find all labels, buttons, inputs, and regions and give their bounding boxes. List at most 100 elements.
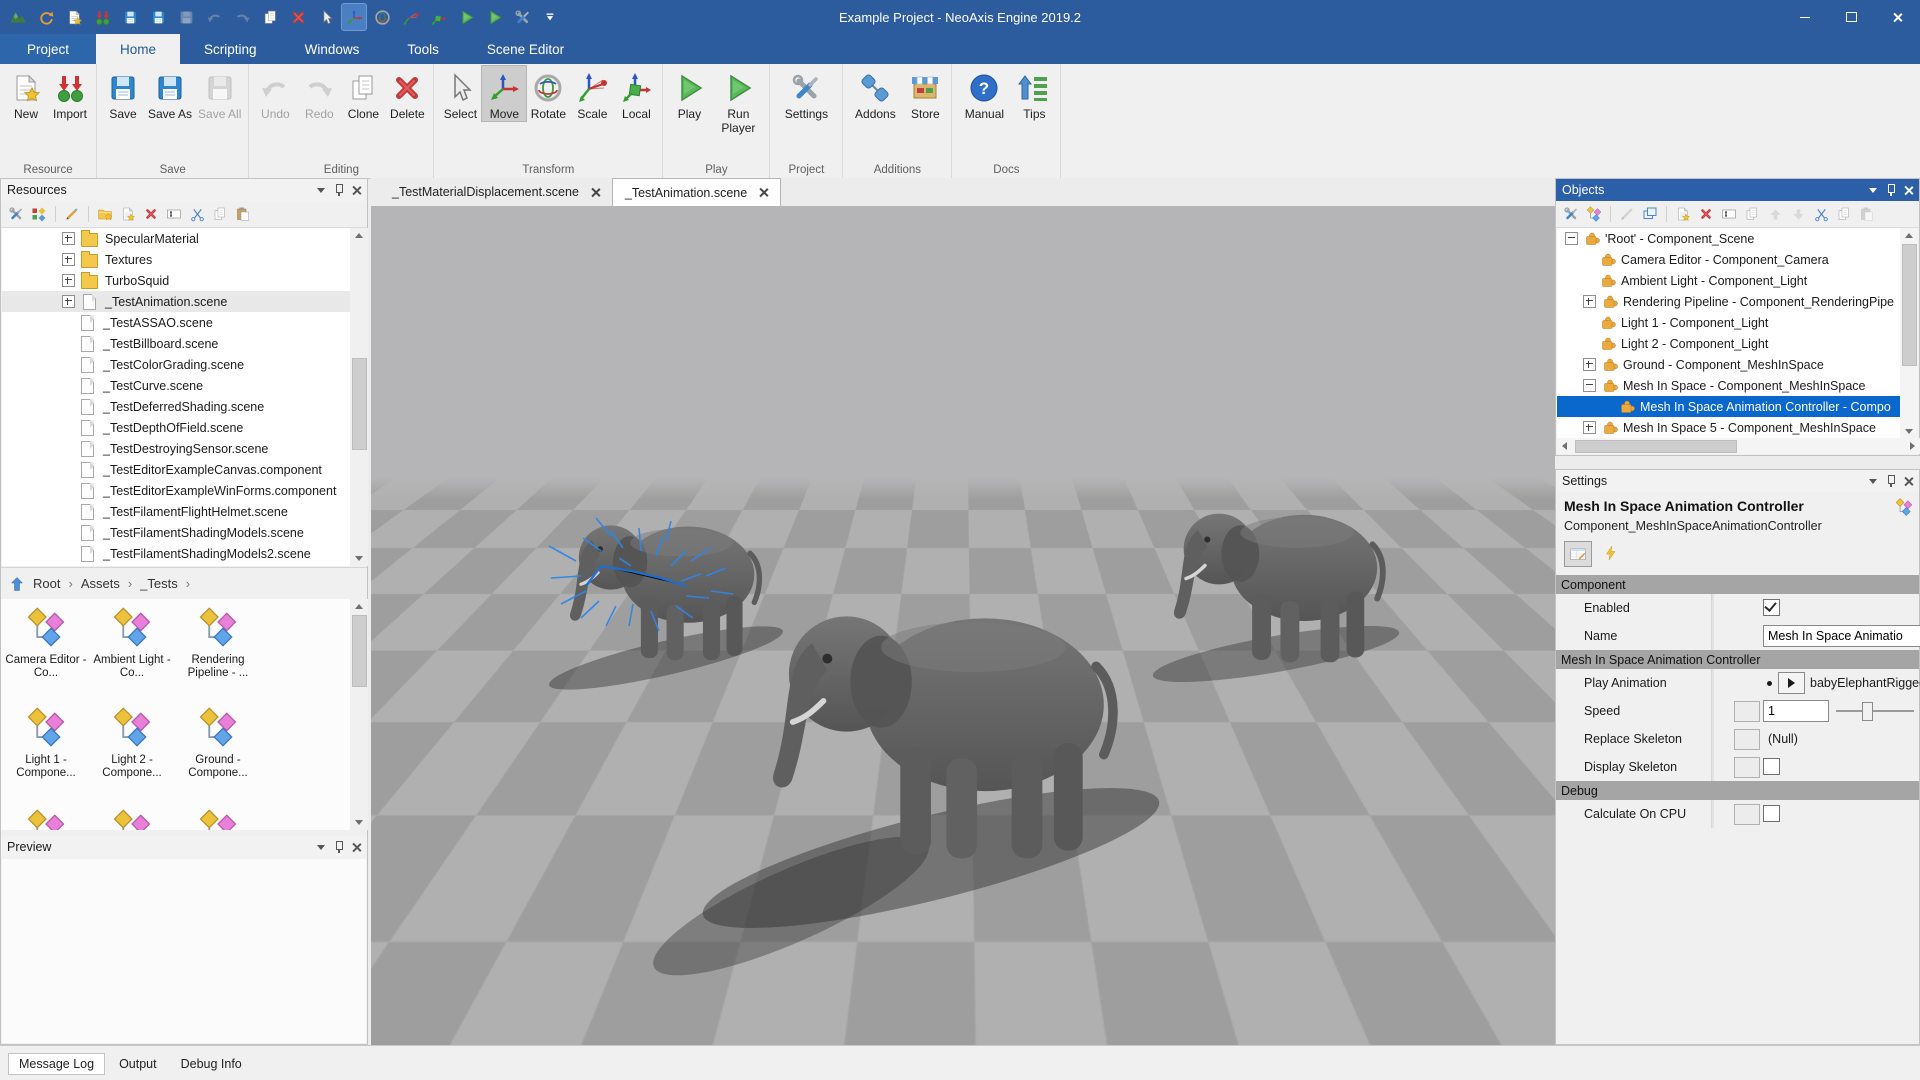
properties-view-button[interactable] [1564, 541, 1592, 567]
asset-tile[interactable] [91, 809, 173, 830]
panel-menu-icon[interactable] [317, 188, 325, 193]
tab-windows[interactable]: Windows [281, 34, 384, 64]
close-icon[interactable] [1904, 186, 1913, 195]
copy-icon[interactable] [211, 205, 229, 223]
expander-collapsed-icon[interactable] [1583, 295, 1596, 308]
tree-row[interactable]: _TestDepthOfField.scene [2, 417, 350, 438]
clone-icon[interactable] [258, 4, 282, 30]
tree-row[interactable]: _TestFilamentShadingModels.scene [2, 522, 350, 543]
new-folder-icon[interactable] [96, 205, 114, 223]
create-component-icon[interactable] [1585, 205, 1603, 223]
speed-slider-thumb[interactable] [1862, 702, 1873, 721]
run-player-icon[interactable] [482, 4, 506, 30]
play-animation-value[interactable]: babyElephantRigged|b [1810, 676, 1920, 690]
tree-row[interactable]: _TestDeferredShading.scene [2, 396, 350, 417]
redo-icon[interactable] [230, 4, 254, 30]
filter-icon[interactable] [30, 205, 48, 223]
paste-icon[interactable] [1858, 205, 1876, 223]
tab-message-log[interactable]: Message Log [8, 1053, 105, 1075]
close-icon[interactable] [1904, 477, 1913, 486]
delete-icon[interactable] [1697, 205, 1715, 223]
pin-icon[interactable] [334, 184, 343, 196]
scale-button[interactable]: Scale [570, 66, 614, 121]
tree-row[interactable]: Ambient Light - Component_Light [1557, 270, 1902, 291]
tab-scene-editor[interactable]: Scene Editor [463, 34, 588, 64]
new-button[interactable]: New [4, 66, 48, 121]
new-resource-icon[interactable] [119, 205, 137, 223]
import-icon[interactable] [90, 4, 114, 30]
tab-debug-info[interactable]: Debug Info [171, 1054, 252, 1074]
refresh-icon[interactable] [34, 4, 58, 30]
pin-icon[interactable] [1886, 475, 1895, 487]
tree-row[interactable]: SpecularMaterial [2, 228, 350, 249]
display-skeleton-checkbox[interactable] [1763, 758, 1780, 775]
reference-button[interactable] [1734, 729, 1760, 750]
local-icon[interactable] [426, 4, 450, 30]
asset-tile[interactable]: Ground - Compone... [177, 707, 259, 780]
move-button[interactable]: Move [482, 66, 526, 121]
panel-menu-icon[interactable] [1869, 188, 1877, 193]
events-view-button[interactable] [1598, 541, 1624, 565]
replace-skeleton-value[interactable]: (Null) [1768, 732, 1798, 746]
options-icon[interactable] [7, 205, 25, 223]
tree-row[interactable]: Ground - Component_MeshInSpace [1557, 354, 1902, 375]
asset-tile[interactable]: Rendering Pipeline - ... [177, 607, 259, 680]
redo-button[interactable]: Redo [297, 66, 341, 121]
group-header-controller[interactable]: Mesh In Space Animation Controller [1556, 650, 1919, 669]
tab-testanimation[interactable]: _TestAnimation.scene [612, 178, 781, 206]
close-icon[interactable] [352, 843, 361, 852]
store-button[interactable]: Store [903, 66, 947, 121]
tab-scripting[interactable]: Scripting [180, 34, 281, 64]
rotate-button[interactable]: Rotate [526, 66, 570, 121]
tree-row[interactable]: Camera Editor - Component_Camera [1557, 249, 1902, 270]
clone-button[interactable]: Clone [341, 66, 385, 121]
tree-row[interactable]: Rendering Pipeline - Component_Rendering… [1557, 291, 1902, 312]
save-as-icon[interactable] [146, 4, 170, 30]
assets-scrollbar[interactable] [350, 599, 368, 830]
save-button[interactable]: Save [101, 66, 145, 121]
new-object-icon[interactable] [1674, 205, 1692, 223]
move-up-icon[interactable] [1766, 205, 1784, 223]
tips-button[interactable]: Tips [1012, 66, 1056, 121]
maximize-button[interactable] [1828, 0, 1874, 34]
select-icon[interactable] [314, 4, 338, 30]
resources-scrollbar[interactable] [350, 228, 368, 566]
toolbar-options-icon[interactable] [538, 4, 562, 30]
tab-tools[interactable]: Tools [383, 34, 463, 64]
tree-row[interactable]: _TestCurve.scene [2, 375, 350, 396]
tree-row[interactable]: 'Root' - Component_Scene [1557, 228, 1902, 249]
expander-collapsed-icon[interactable] [1583, 358, 1596, 371]
delete-icon[interactable] [142, 205, 160, 223]
enabled-checkbox[interactable] [1763, 599, 1780, 616]
tree-row[interactable]: Light 2 - Component_Light [1557, 333, 1902, 354]
local-button[interactable]: Local [614, 66, 658, 121]
asset-tile[interactable]: Light 1 - Compone... [5, 707, 87, 780]
delete-button[interactable]: Delete [385, 66, 429, 121]
close-icon[interactable] [352, 186, 361, 195]
asset-tile[interactable] [5, 809, 87, 830]
expander-collapsed-icon[interactable] [62, 274, 75, 287]
undo-icon[interactable] [202, 4, 226, 30]
options-icon[interactable] [1562, 205, 1580, 223]
delete-icon[interactable] [286, 4, 310, 30]
rotate-icon[interactable] [370, 4, 394, 30]
run-player-button[interactable]: Run Player [711, 66, 765, 135]
minimize-button[interactable] [1782, 0, 1828, 34]
tree-row[interactable]: Mesh In Space 5 - Component_MeshInSpace [1557, 417, 1902, 438]
close-tab-icon[interactable] [591, 188, 600, 197]
move-icon[interactable] [342, 4, 366, 30]
group-header-component[interactable]: Component [1556, 575, 1919, 594]
asset-tile[interactable]: Camera Editor - Co... [5, 607, 87, 680]
expander-expanded-icon[interactable] [1583, 379, 1596, 392]
tree-row[interactable]: _TestASSAO.scene [2, 312, 350, 333]
save-all-button[interactable]: Save All [195, 66, 244, 121]
tree-row[interactable]: Textures [2, 249, 350, 270]
import-button[interactable]: Import [48, 66, 92, 121]
edit-icon[interactable] [63, 205, 81, 223]
up-level-icon[interactable] [9, 576, 25, 592]
addons-button[interactable]: Addons [847, 66, 903, 121]
tree-row[interactable]: _TestColorGrading.scene [2, 354, 350, 375]
speed-slider-track[interactable] [1836, 710, 1914, 712]
expander-collapsed-icon[interactable] [62, 253, 75, 266]
open-in-window-icon[interactable] [1641, 205, 1659, 223]
